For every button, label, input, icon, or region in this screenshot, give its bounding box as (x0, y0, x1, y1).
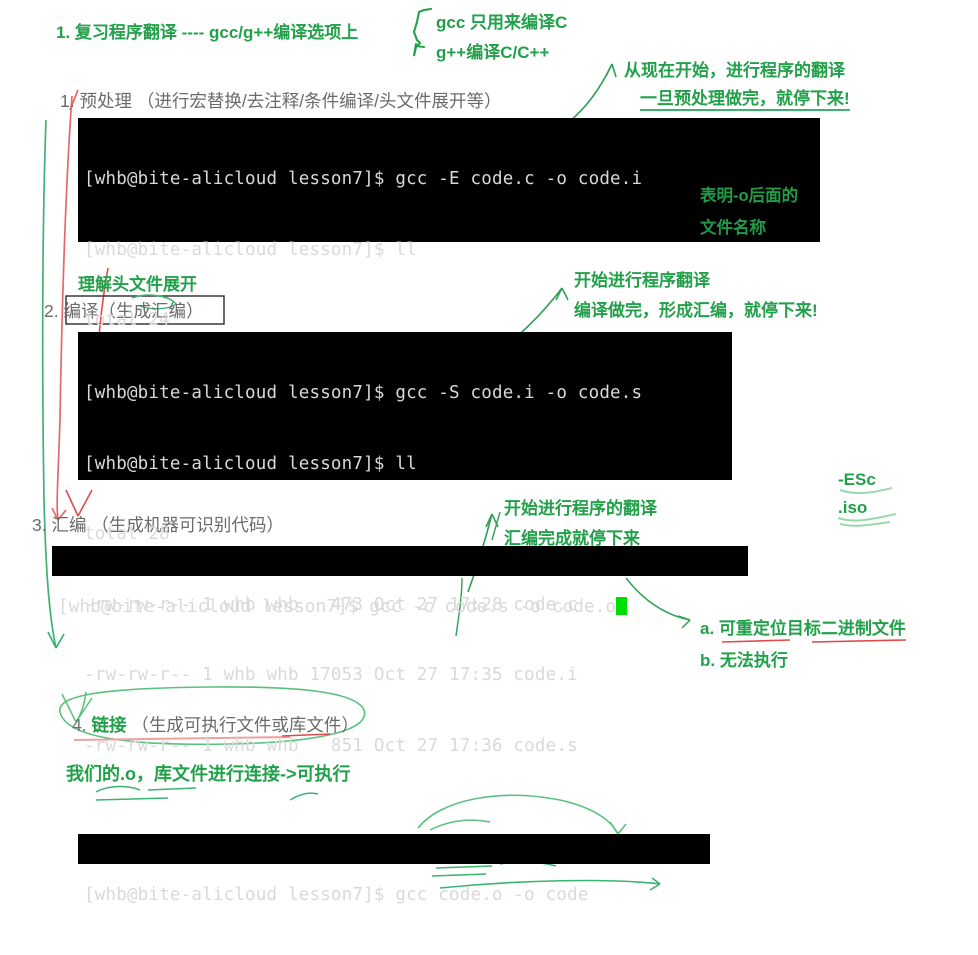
terminal-line: -rw-rw-r-- 1 whb whb 17053 Oct 27 17:35 … (84, 665, 578, 685)
terminal-line: [whb@bite-alicloud lesson7]$ ll (84, 239, 417, 260)
sublist-b-text: 无法执行 (719, 651, 788, 670)
step-1-name: 预处理 (79, 91, 132, 111)
annotation-link-note: 我们的.o，库文件进行连接->可执行 (66, 764, 351, 784)
terminal-line: [whb@bite-alicloud lesson7]$ ll (84, 453, 417, 474)
annotation-assemble-stop: 汇编完成就停下来 (504, 529, 640, 548)
page-title: 1. 复习程序翻译 ---- gcc/g++编译选项上 (56, 23, 359, 42)
annotation-start-translation: 从现在开始，进行程序的翻译 (624, 61, 845, 80)
terminal-line-text: [whb@bite-alicloud lesson7]$ gcc -c code… (58, 597, 617, 617)
terminal-compile[interactable]: [whb@bite-alicloud lesson7]$ gcc -S code… (78, 332, 732, 756)
side-note-esc: -ESc (838, 470, 876, 489)
terminal-assemble[interactable]: [whb@bite-alicloud lesson7]$ gcc -c code… (52, 546, 748, 617)
step-2-index: 2. (44, 301, 59, 321)
terminal-line: [whb@bite-alicloud lesson7]$ gcc -S code… (84, 383, 643, 403)
screenshot-page: 1. 复习程序翻译 ---- gcc/g++编译选项上 gcc 只用来编译C g… (0, 0, 978, 905)
sublist-item-b: b. 无法执行 (700, 646, 788, 671)
step-3-name: 汇编 (51, 515, 87, 535)
annotation-o-filename-line1: 表明-o后面的 (700, 187, 799, 205)
terminal-line: [whb@bite-alicloud lesson7]$ gcc -c code… (58, 596, 748, 620)
step-1-index: 1. (60, 91, 75, 111)
terminal-line: -rw-rw-r-- 1 whb whb 851 Oct 27 17:36 co… (84, 735, 578, 756)
annotation-o-filename-line2: 文件名称 (700, 219, 766, 237)
annotation-assemble-start: 开始进行程序的翻译 (504, 499, 657, 518)
sublist-a-marker: a. (700, 619, 715, 638)
sublist-item-a: a. 可重定位目标二进制文件 (700, 614, 906, 639)
step-3-index: 3. (32, 515, 47, 535)
annotation-compile-stop: 编译做完，形成汇编，就停下来! (574, 301, 818, 320)
annotation-preprocess-stop: 一旦预处理做完，就停下来! (640, 84, 850, 111)
annotation-preprocess-stop-text: 一旦预处理做完，就停下来! (640, 89, 850, 111)
step-1-heading: 1. 预处理 （进行宏替换/去注释/条件编译/头文件展开等） (60, 88, 501, 113)
terminal-link[interactable]: [whb@bite-alicloud lesson7]$ gcc code.o … (78, 834, 710, 905)
sublist-a-text-1: 可重定位 (718, 619, 787, 638)
brace-item-gpp: g++编译C/C++ (436, 43, 550, 62)
sublist-a-text-2: 目标 (786, 619, 821, 638)
brace-item-gcc: gcc 只用来编译C (436, 13, 568, 32)
side-note-iso: .iso (838, 498, 868, 517)
sublist-b-marker: b. (700, 651, 716, 670)
sublist-a-text-3: 二进制文件 (820, 619, 906, 638)
step-1-detail: （进行宏替换/去注释/条件编译/头文件展开等） (136, 91, 502, 111)
annotation-compile-start: 开始进行程序翻译 (574, 271, 710, 290)
annotation-understand-header-expand: 理解头文件展开 (78, 275, 197, 294)
terminal-cursor (616, 597, 628, 615)
